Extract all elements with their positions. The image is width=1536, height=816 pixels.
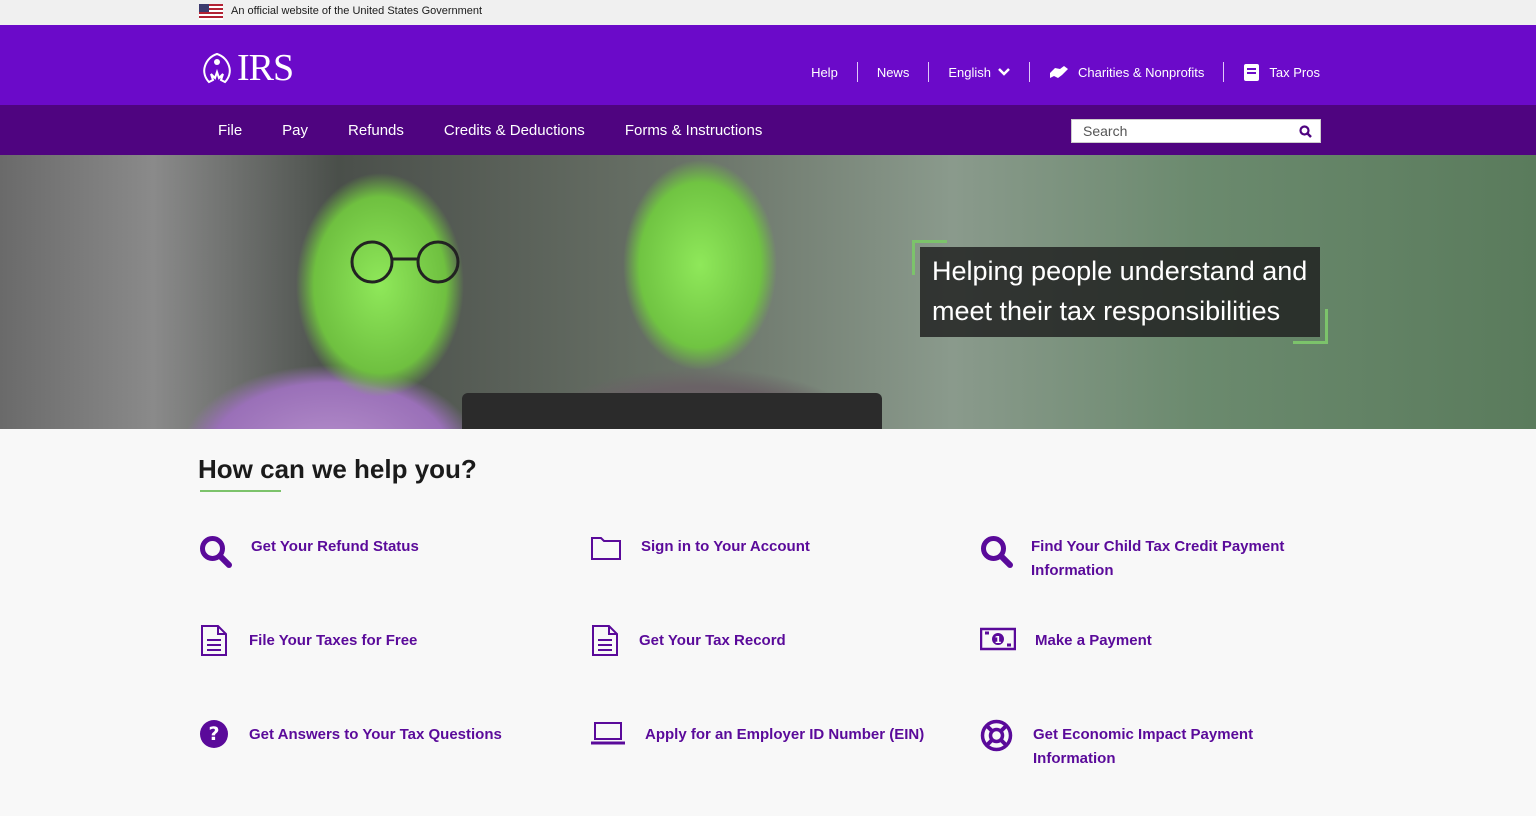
heading-underline xyxy=(200,490,281,492)
laptop-icon xyxy=(591,722,625,745)
tagline-line-2: meet their tax responsibilities xyxy=(932,296,1281,326)
tile-sign-in[interactable]: Sign in to Your Account xyxy=(590,535,920,561)
tile-label: Make a Payment xyxy=(1035,632,1152,649)
hero-tagline: Helping people understand and meet their… xyxy=(920,247,1320,337)
question-icon: ? xyxy=(200,720,228,748)
svg-text:?: ? xyxy=(208,723,219,745)
tile-label: Get Economic Impact Payment Information xyxy=(1033,726,1254,767)
utility-nav: Help News English Charities & Nonprofits… xyxy=(792,61,1320,83)
charities-link[interactable]: Charities & Nonprofits xyxy=(1030,61,1223,83)
search-icon xyxy=(200,536,232,568)
search-icon xyxy=(1298,124,1312,138)
tagline-corner xyxy=(1293,309,1328,344)
news-link[interactable]: News xyxy=(858,61,929,83)
tile-label: Get Your Tax Record xyxy=(639,632,786,649)
tagline-line-1: Helping people understand and xyxy=(932,256,1308,286)
svg-text:1: 1 xyxy=(995,635,1002,646)
tile-make-payment[interactable]: 1 Make a Payment xyxy=(980,624,1310,654)
site-header: IRS Help News English Charities & Nonpro… xyxy=(0,25,1536,105)
search-input[interactable] xyxy=(1072,120,1290,142)
tile-file-free[interactable]: File Your Taxes for Free xyxy=(199,624,529,657)
money-icon: 1 xyxy=(980,627,1016,651)
logo-text: IRS xyxy=(237,47,294,89)
lifebuoy-icon xyxy=(980,719,1013,752)
handshake-icon xyxy=(1049,66,1068,78)
news-label: News xyxy=(876,64,910,80)
language-label: English xyxy=(948,64,991,80)
tile-tax-record[interactable]: Get Your Tax Record xyxy=(590,624,920,657)
tile-tax-questions[interactable]: ? Get Answers to Your Tax Questions xyxy=(199,719,529,749)
gov-banner-text: An official website of the United States… xyxy=(231,5,483,17)
tile-refund-status[interactable]: Get Your Refund Status xyxy=(199,535,529,568)
nav-forms-instructions[interactable]: Forms & Instructions xyxy=(605,122,783,139)
tile-label: Apply for an Employer ID Number (EIN) xyxy=(645,726,925,743)
tax-pros-link[interactable]: Tax Pros xyxy=(1224,61,1320,83)
document-icon xyxy=(201,625,227,656)
help-link[interactable]: Help xyxy=(792,61,857,83)
tile-label: Find Your Child Tax Credit Payment Infor… xyxy=(1031,538,1285,579)
irs-logo[interactable]: IRS xyxy=(199,47,294,89)
nav-refunds[interactable]: Refunds xyxy=(328,122,424,139)
tile-label: File Your Taxes for Free xyxy=(249,632,418,649)
help-heading: How can we help you? xyxy=(198,454,477,484)
folder-icon xyxy=(591,537,621,560)
charities-label: Charities & Nonprofits xyxy=(1077,64,1205,80)
search-button[interactable] xyxy=(1290,120,1320,142)
hero-image-glasses xyxy=(350,240,460,284)
us-flag-icon xyxy=(199,4,223,20)
book-icon xyxy=(1244,63,1260,81)
document-icon xyxy=(592,625,618,656)
tile-label: Get Your Refund Status xyxy=(251,538,419,555)
language-select[interactable]: English xyxy=(929,61,1029,83)
tile-label: Get Answers to Your Tax Questions xyxy=(249,726,502,743)
tile-child-tax-credit[interactable]: Find Your Child Tax Credit Payment Infor… xyxy=(980,535,1310,583)
gov-banner: An official website of the United States… xyxy=(0,0,1536,25)
tile-ein[interactable]: Apply for an Employer ID Number (EIN) xyxy=(590,719,950,747)
nav-file[interactable]: File xyxy=(198,122,262,139)
help-label: Help xyxy=(811,64,838,80)
tile-economic-impact[interactable]: Get Economic Impact Payment Information xyxy=(980,719,1310,771)
tile-label: Sign in to Your Account xyxy=(641,538,810,555)
search-icon xyxy=(981,536,1013,568)
hero-image-laptop xyxy=(462,393,882,429)
nav-pay[interactable]: Pay xyxy=(262,122,328,139)
chevron-down-icon xyxy=(998,68,1010,76)
eagle-icon xyxy=(203,52,231,84)
nav-credits-deductions[interactable]: Credits & Deductions xyxy=(424,122,605,139)
search-box xyxy=(1071,119,1321,143)
tax-pros-label: Tax Pros xyxy=(1269,64,1320,80)
